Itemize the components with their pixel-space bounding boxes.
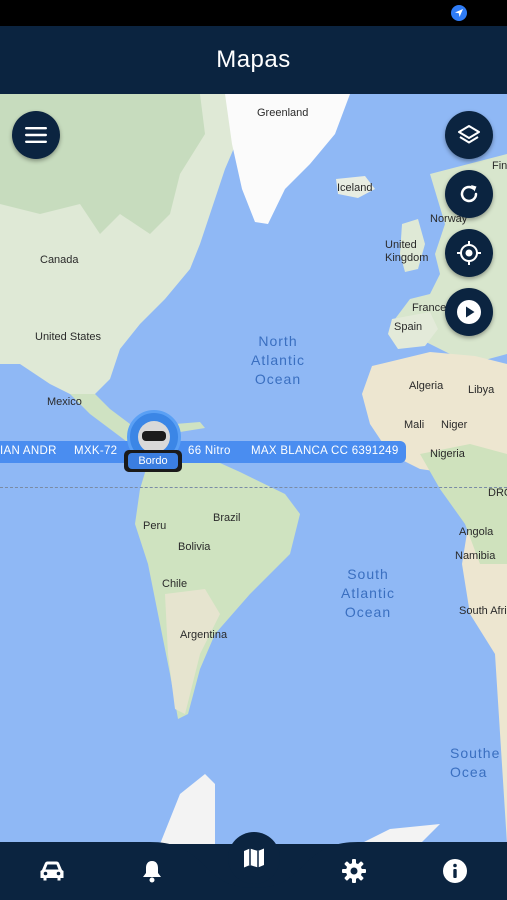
label-libya: Libya [468,384,495,396]
bell-icon [143,861,161,883]
nav-vehicles[interactable] [35,856,69,886]
layers-icon [458,125,480,144]
map-view[interactable]: Greenland Iceland Canada United States M… [0,94,507,844]
vehicle-label[interactable]: MAX BLANCA CC 6391249 [251,445,399,457]
label-angola: Angola [459,526,494,538]
play-icon [457,300,481,324]
gear-icon [342,859,366,883]
vehicle-label[interactable]: 66 Nitro [188,445,231,457]
label-algeria: Algeria [409,380,444,392]
label-spain: Spain [394,321,423,333]
nav-notifications[interactable] [135,856,169,886]
nav-info[interactable] [438,856,472,886]
label-southern-ocean: Southe Ocea [450,745,501,780]
selected-vehicle-label: Bordo [128,453,178,469]
nav-map[interactable] [228,832,280,884]
label-bolivia: Bolivia [178,541,211,553]
status-bar [0,0,507,26]
label-argentina: Argentina [180,629,228,641]
map-icon [244,848,264,868]
label-niger: Niger [441,419,468,431]
label-mexico: Mexico [47,396,82,408]
label-iceland: Iceland [337,182,373,194]
info-icon [443,859,467,883]
locate-button[interactable] [445,229,493,277]
selected-vehicle-badge[interactable]: Bordo [124,450,182,472]
equator-line [0,487,507,488]
menu-icon [25,127,47,143]
map-land-layer [0,94,507,844]
label-chile: Chile [162,578,188,590]
menu-button[interactable] [12,111,60,159]
nav-settings[interactable] [337,856,371,886]
label-united-states: United States [35,331,102,343]
label-united-kingdom: United Kingdom [385,239,429,264]
car-icon [40,861,64,881]
label-drc: DRC [488,487,507,499]
label-peru: Peru [143,520,167,532]
app-header: Mapas [0,26,507,94]
layers-button[interactable] [445,111,493,159]
label-france: France [412,302,447,314]
label-greenland: Greenland [257,107,309,119]
bottom-nav [0,832,507,900]
label-north-atlantic-ocean: North Atlantic Ocean [251,333,305,387]
label-south-atlantic-ocean: South Atlantic Ocean [341,566,395,620]
label-namibia: Namibia [455,550,496,562]
label-finland: Fin [492,160,507,172]
vehicle-label[interactable]: IAN ANDR [0,445,57,457]
label-south-africa: South Afri [459,605,507,617]
location-services-icon [451,5,467,21]
vehicle-label[interactable]: MXK-72 [74,445,117,457]
helmet-visor [142,431,166,441]
label-brazil: Brazil [213,512,241,524]
label-nigeria: Nigeria [430,448,465,460]
locate-icon [457,241,481,265]
refresh-button[interactable] [445,170,493,218]
refresh-icon [460,185,478,203]
label-mali: Mali [404,419,425,431]
page-title: Mapas [216,46,291,73]
play-route-button[interactable] [445,288,493,336]
label-canada: Canada [40,254,79,266]
